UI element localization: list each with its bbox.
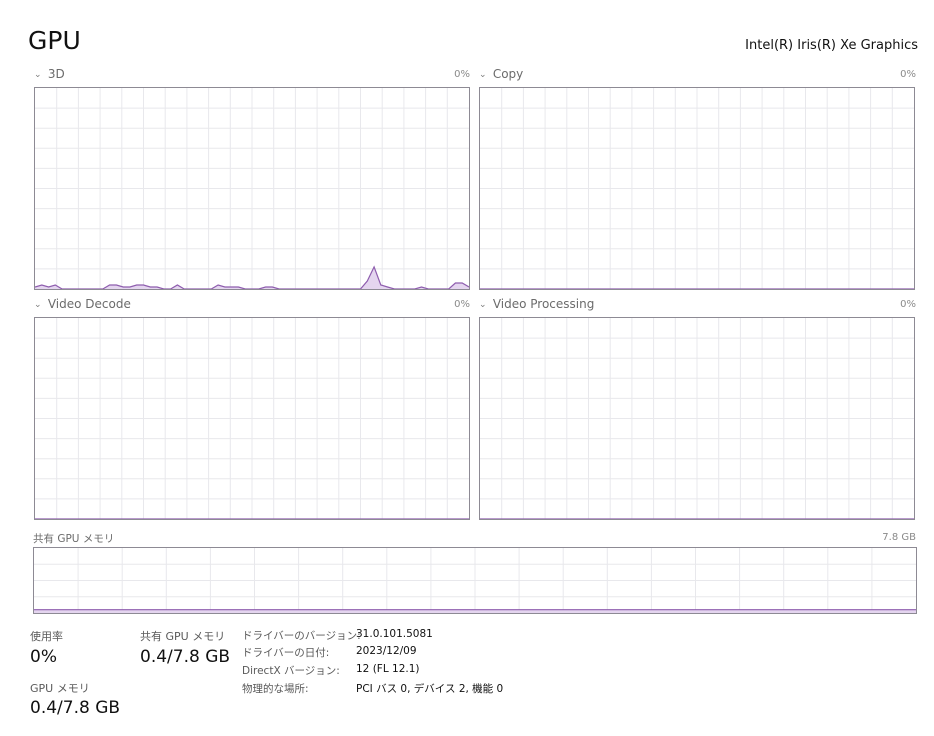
shared-memory-label: 共有 GPU メモリ [33,533,115,545]
engine-label: Copy [492,67,524,81]
utilization-label: 使用率 [30,630,63,643]
graph-video-decode [34,317,470,520]
utilization-value: 0% [30,647,57,667]
engine-selector-3d[interactable]: ⌄ 3D [34,67,65,81]
engine-label: Video Decode [47,297,131,311]
engine-selector-video-decode[interactable]: ⌄ Video Decode [34,297,131,311]
chevron-down-icon: ⌄ [479,70,487,80]
graph-video-processing [479,317,915,520]
shared-memory-stat-value: 0.4/7.8 GB [140,647,231,667]
chevron-down-icon: ⌄ [479,300,487,310]
driver-date-key: ドライバーの日付: [242,647,330,659]
gpu-memory-value: 0.4/7.8 GB [30,698,121,718]
engine-percent: 0% [454,69,470,80]
device-name: Intel(R) Iris(R) Xe Graphics [745,38,918,53]
shared-memory-stat-label: 共有 GPU メモリ [140,630,226,643]
chevron-down-icon: ⌄ [34,300,42,310]
graph-copy [479,87,915,290]
gpu-memory-label: GPU メモリ [30,682,90,695]
driver-version-key: ドライバーのバージョン: [242,630,361,642]
engine-selector-copy[interactable]: ⌄ Copy [479,67,523,81]
engine-label: Video Processing [492,297,595,311]
chevron-down-icon: ⌄ [34,70,42,80]
driver-version-value: 31.0.101.5081 [356,628,433,640]
directx-version-value: 12 (FL 12.1) [356,663,420,675]
engine-percent: 0% [900,299,916,310]
directx-version-key: DirectX バージョン: [242,665,340,677]
engine-percent: 0% [454,299,470,310]
physical-location-value: PCI バス 0, デバイス 2, 機能 0 [356,683,504,695]
page-title: GPU [28,26,81,55]
physical-location-key: 物理的な場所: [242,683,309,695]
driver-date-value: 2023/12/09 [356,645,417,657]
engine-percent: 0% [900,69,916,80]
shared-memory-max: 7.8 GB [882,532,916,543]
engine-selector-video-processing[interactable]: ⌄ Video Processing [479,297,594,311]
graph-shared-memory [33,547,917,614]
engine-label: 3D [47,67,65,81]
graph-3d [34,87,470,290]
